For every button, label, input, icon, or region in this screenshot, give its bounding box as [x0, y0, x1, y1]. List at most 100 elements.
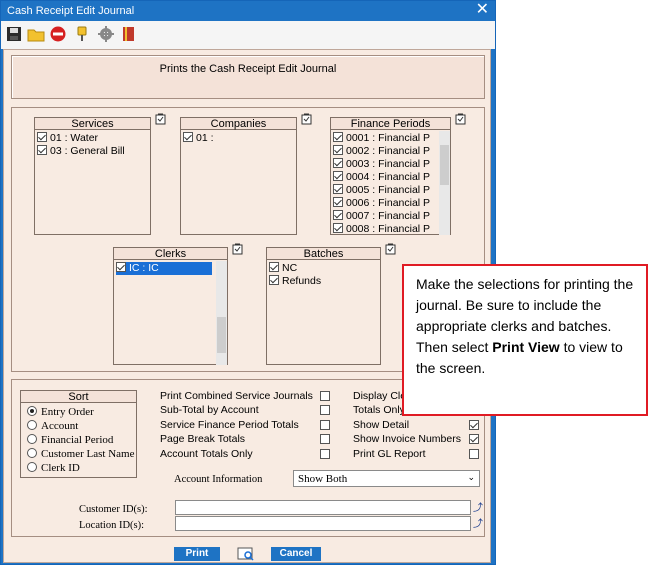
sort-option-label: Account [41, 420, 79, 432]
checkbox[interactable] [116, 262, 126, 272]
finance-period-item[interactable]: 0004 : Financial P [333, 171, 430, 184]
select-all-icon[interactable] [232, 243, 243, 255]
checkbox[interactable] [333, 132, 343, 142]
sort-option[interactable]: Account [27, 420, 78, 432]
option-checkbox[interactable] [469, 434, 479, 444]
companies-list[interactable]: Companies 01 : [180, 117, 297, 235]
sort-box: Sort Entry Order Account Financial Perio… [20, 390, 137, 478]
checkbox[interactable] [333, 158, 343, 168]
stop-icon[interactable] [49, 25, 67, 43]
finance-period-item[interactable]: 0007 : Financial P [333, 210, 430, 223]
finance-period-label: 0001 : Financial P [346, 132, 431, 144]
checkbox[interactable] [37, 132, 47, 142]
sort-option[interactable]: Financial Period [27, 434, 113, 446]
sort-option[interactable]: Entry Order [27, 406, 94, 418]
title-bar: Cash Receipt Edit Journal ✕ [1, 1, 495, 21]
lookup-icon[interactable]: ⤴ [473, 515, 483, 530]
finance-period-item[interactable]: 0003 : Financial P [333, 158, 430, 171]
radio[interactable] [27, 420, 37, 430]
scroll-thumb[interactable] [440, 145, 449, 185]
select-all-icon[interactable] [455, 113, 466, 125]
checkbox[interactable] [37, 145, 47, 155]
select-all-icon[interactable] [385, 243, 396, 255]
finance-period-label: 0005 : Financial P [346, 184, 431, 196]
folder-icon[interactable] [27, 25, 45, 43]
option-checkbox[interactable] [320, 420, 330, 430]
radio[interactable] [27, 462, 37, 472]
sort-option[interactable]: Customer Last Name [27, 448, 134, 460]
description-text: Prints the Cash Receipt Edit Journal [159, 63, 337, 75]
checkbox[interactable] [333, 184, 343, 194]
finance-period-item[interactable]: 0006 : Financial P [333, 197, 430, 210]
sort-option[interactable]: Clerk ID [27, 462, 80, 474]
finance-period-item[interactable]: 0008 : Financial P [333, 223, 430, 236]
checkbox[interactable] [269, 262, 279, 272]
batch-item[interactable]: NC [269, 262, 297, 275]
services-list[interactable]: Services 01 : Water 03 : General Bill [34, 117, 151, 235]
clerks-scrollbar[interactable] [216, 261, 227, 365]
services-title: Services [35, 118, 150, 130]
clerk-item[interactable]: IC : IC [116, 262, 212, 275]
services-item[interactable]: 01 : Water [37, 132, 98, 145]
account-information-value: Show Both [298, 473, 348, 485]
option-label: Display Cle [353, 390, 407, 402]
account-information-label: Account Information [174, 474, 263, 485]
radio[interactable] [27, 434, 37, 444]
sort-option-label: Entry Order [41, 406, 94, 418]
print-view-icon[interactable] [237, 546, 255, 562]
finance-period-item[interactable]: 0002 : Financial P [333, 145, 430, 158]
finance-period-item[interactable]: 0001 : Financial P [333, 132, 430, 145]
batch-item[interactable]: Refunds [269, 275, 321, 288]
batches-title: Batches [267, 248, 380, 260]
select-all-icon[interactable] [155, 113, 166, 125]
batch-item-label: NC [282, 262, 298, 274]
account-information-select[interactable]: Show Both ⌄ [293, 470, 480, 487]
save-icon[interactable] [5, 25, 23, 43]
clerks-list[interactable]: Clerks IC : IC [113, 247, 228, 365]
finance-periods-list[interactable]: Finance Periods 0001 : Financial P 0002 … [330, 117, 451, 235]
services-item[interactable]: 03 : General Bill [37, 145, 125, 158]
sort-option-label: Customer Last Name [41, 448, 135, 460]
radio[interactable] [27, 406, 37, 416]
batches-list[interactable]: Batches NC Refunds [266, 247, 381, 365]
location-ids-label: Location ID(s): [79, 520, 145, 531]
option-checkbox[interactable] [320, 449, 330, 459]
finance-period-label: 0004 : Financial P [346, 171, 431, 183]
finance-period-item[interactable]: 0005 : Financial P [333, 184, 430, 197]
print-button[interactable]: Print [174, 547, 220, 561]
option-checkbox[interactable] [320, 391, 330, 401]
pin-icon[interactable] [73, 25, 91, 43]
finance-period-label: 0008 : Financial P [346, 223, 431, 235]
checkbox[interactable] [333, 145, 343, 155]
checkbox[interactable] [183, 132, 193, 142]
customer-ids-input[interactable] [175, 500, 471, 515]
option-checkbox[interactable] [320, 405, 330, 415]
finance-periods-title: Finance Periods [331, 118, 450, 130]
checkbox[interactable] [333, 223, 343, 233]
sort-option-label: Financial Period [41, 434, 114, 446]
companies-item-label: 01 : [196, 132, 214, 144]
option-checkbox[interactable] [469, 449, 479, 459]
radio[interactable] [27, 448, 37, 458]
companies-item[interactable]: 01 : [183, 132, 214, 145]
gear-icon[interactable] [97, 25, 115, 43]
location-ids-input[interactable] [175, 516, 471, 531]
description-panel: Prints the Cash Receipt Edit Journal [11, 55, 485, 99]
scroll-thumb[interactable] [217, 317, 226, 353]
lookup-icon[interactable]: ⤴ [473, 499, 483, 514]
checkbox[interactable] [333, 210, 343, 220]
close-button[interactable]: ✕ [476, 2, 489, 18]
checkbox[interactable] [333, 197, 343, 207]
sort-option-label: Clerk ID [41, 462, 80, 474]
checkbox[interactable] [333, 171, 343, 181]
finance-periods-scrollbar[interactable] [439, 131, 450, 235]
option-checkbox[interactable] [469, 420, 479, 430]
batch-item-label: Refunds [282, 275, 322, 287]
select-all-icon[interactable] [301, 113, 312, 125]
cancel-button[interactable]: Cancel [271, 547, 321, 561]
finance-period-label: 0007 : Financial P [346, 210, 431, 222]
book-icon[interactable] [120, 25, 138, 43]
instruction-callout: Make the selections for printing the jou… [402, 264, 648, 416]
option-checkbox[interactable] [320, 434, 330, 444]
checkbox[interactable] [269, 275, 279, 285]
